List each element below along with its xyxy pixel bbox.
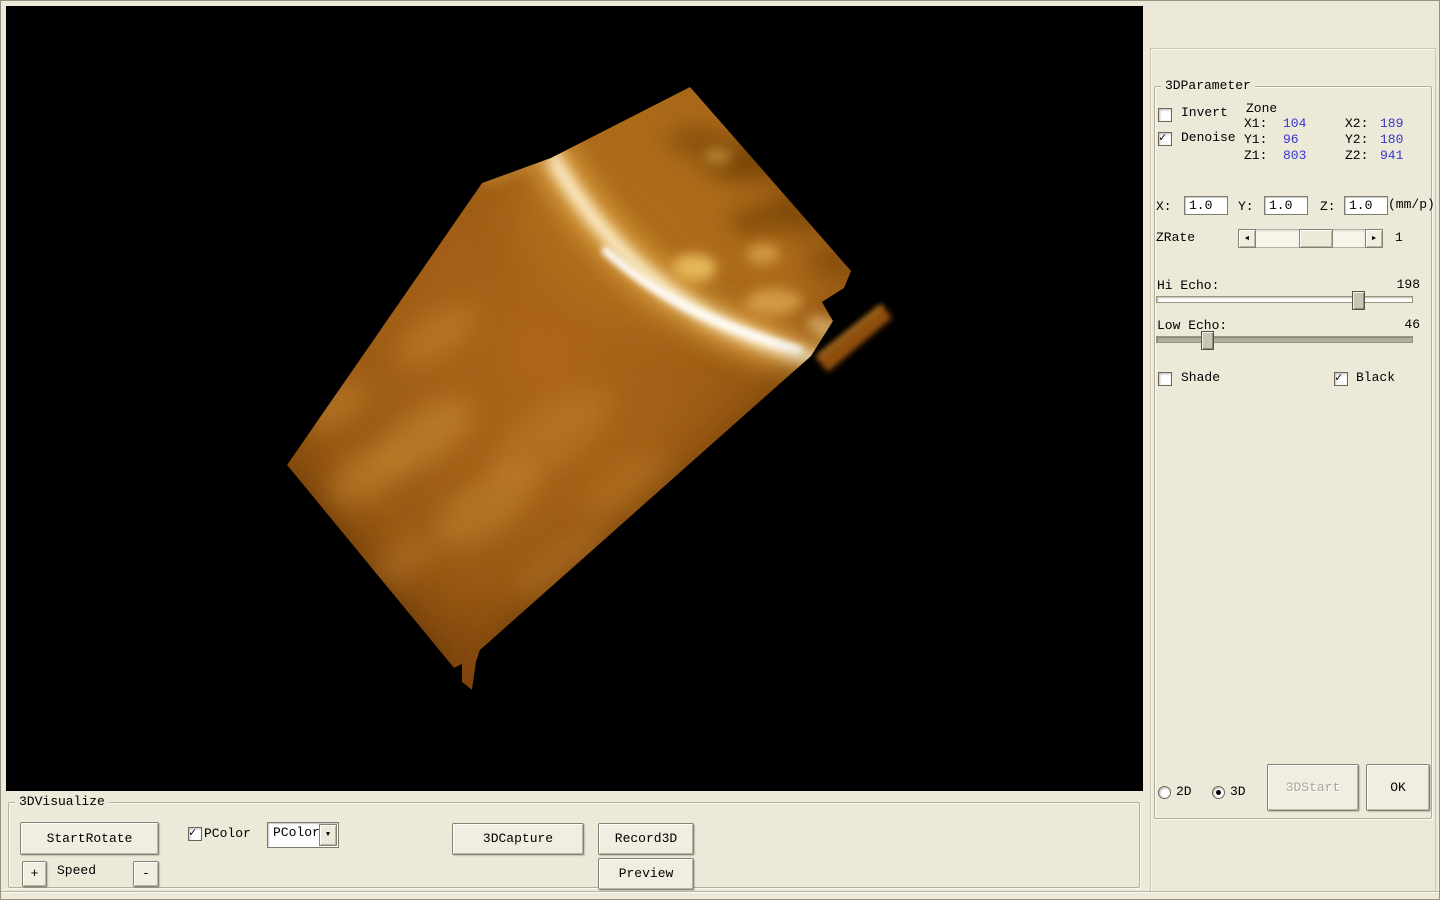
start-rotate-button[interactable]: StartRotate — [20, 822, 159, 855]
zone-z2-label: Z2: — [1345, 149, 1368, 163]
black-checkbox[interactable]: ✓ — [1334, 372, 1348, 386]
scale-z-label: Z: — [1320, 200, 1336, 214]
visualize-group-title: 3DVisualize — [15, 795, 109, 809]
zrate-scroll-right-button[interactable]: ► — [1365, 229, 1383, 248]
hi-echo-value: 198 — [1380, 278, 1420, 292]
speed-label: Speed — [57, 864, 96, 878]
render-viewport[interactable] — [6, 6, 1143, 791]
zone-y1-label: Y1: — [1244, 133, 1267, 147]
ok-button[interactable]: OK — [1366, 764, 1430, 811]
zone-z1-label: Z1: — [1244, 149, 1267, 163]
scroll-left-icon: ◄ — [1245, 235, 1249, 243]
denoise-checkbox[interactable]: ✓ — [1158, 132, 1172, 146]
scale-z-input[interactable] — [1344, 196, 1388, 215]
pcolor-combobox-dropdown-button[interactable]: ▼ — [319, 824, 337, 846]
record-3d-button-label: Record3D — [615, 832, 677, 846]
hi-echo-slider-thumb[interactable] — [1352, 291, 1365, 310]
speed-minus-button[interactable]: - — [133, 861, 159, 887]
capture-3d-button[interactable]: 3DCapture — [452, 823, 584, 855]
low-echo-label: Low Echo: — [1157, 319, 1227, 333]
preview-button-label: Preview — [619, 867, 674, 881]
scale-unit-label: (mm/p) — [1388, 198, 1435, 212]
radio-3d-label: 3D — [1230, 785, 1246, 799]
zone-x2-value: 189 — [1380, 117, 1403, 131]
ultrasound-render — [6, 6, 1143, 791]
zrate-value: 1 — [1395, 231, 1403, 245]
app-window: { "icons": { "check": "✓", "dropdown": "… — [0, 0, 1440, 900]
preview-button[interactable]: Preview — [598, 858, 694, 890]
zone-x2-label: X2: — [1345, 117, 1368, 131]
zrate-scroll-left-button[interactable]: ◄ — [1238, 229, 1256, 248]
zrate-label: ZRate — [1156, 231, 1195, 245]
shade-label: Shade — [1181, 371, 1220, 385]
invert-checkbox[interactable] — [1158, 108, 1172, 122]
radio-2d-label: 2D — [1176, 785, 1192, 799]
start3d-button[interactable]: 3DStart — [1267, 764, 1359, 811]
black-label: Black — [1356, 371, 1395, 385]
chevron-down-icon: ▼ — [326, 831, 330, 839]
check-icon: ✓ — [1335, 370, 1342, 385]
parameter-group-title: 3DParameter — [1161, 79, 1255, 93]
denoise-label: Denoise — [1181, 131, 1236, 145]
radio-2d[interactable] — [1158, 786, 1171, 799]
ok-button-label: OK — [1390, 781, 1406, 795]
window-bottom-separator — [0, 891, 1440, 892]
zone-title: Zone — [1246, 102, 1277, 116]
scale-x-input[interactable] — [1184, 196, 1228, 215]
hi-echo-label: Hi Echo: — [1157, 279, 1219, 293]
scale-y-input[interactable] — [1264, 196, 1308, 215]
scale-y-label: Y: — [1238, 200, 1254, 214]
hi-echo-slider-track[interactable] — [1156, 296, 1413, 303]
check-icon: ✓ — [1159, 130, 1166, 145]
start-rotate-button-label: StartRotate — [47, 832, 133, 846]
pcolor-combobox-value: PColor — [273, 826, 320, 840]
zone-x1-label: X1: — [1244, 117, 1267, 131]
check-icon: ✓ — [189, 825, 196, 840]
pcolor-checkbox[interactable]: ✓ — [188, 827, 202, 841]
low-echo-slider-track[interactable] — [1156, 336, 1413, 343]
capture-3d-button-label: 3DCapture — [483, 832, 553, 846]
scroll-right-icon: ► — [1372, 235, 1376, 243]
start3d-button-label: 3DStart — [1286, 781, 1341, 795]
zrate-scrollbar-thumb[interactable] — [1299, 229, 1333, 248]
radio-dot — [1216, 790, 1221, 795]
zone-x1-value: 104 — [1283, 117, 1306, 131]
invert-label: Invert — [1181, 106, 1228, 120]
low-echo-slider-thumb[interactable] — [1201, 331, 1214, 350]
shade-checkbox[interactable] — [1158, 372, 1172, 386]
zone-z1-value: 803 — [1283, 149, 1306, 163]
zone-y2-label: Y2: — [1345, 133, 1368, 147]
speed-plus-button[interactable]: + — [22, 861, 47, 887]
low-echo-value: 46 — [1380, 318, 1420, 332]
minus-icon: - — [142, 867, 150, 881]
record-3d-button[interactable]: Record3D — [598, 823, 694, 855]
zone-y2-value: 180 — [1380, 133, 1403, 147]
pcolor-checkbox-label: PColor — [204, 827, 251, 841]
radio-3d[interactable] — [1212, 786, 1225, 799]
zone-y1-value: 96 — [1283, 133, 1299, 147]
pcolor-combobox[interactable]: PColor ▼ — [267, 822, 339, 848]
scale-x-label: X: — [1156, 200, 1172, 214]
plus-icon: + — [31, 867, 39, 881]
zone-z2-value: 941 — [1380, 149, 1403, 163]
